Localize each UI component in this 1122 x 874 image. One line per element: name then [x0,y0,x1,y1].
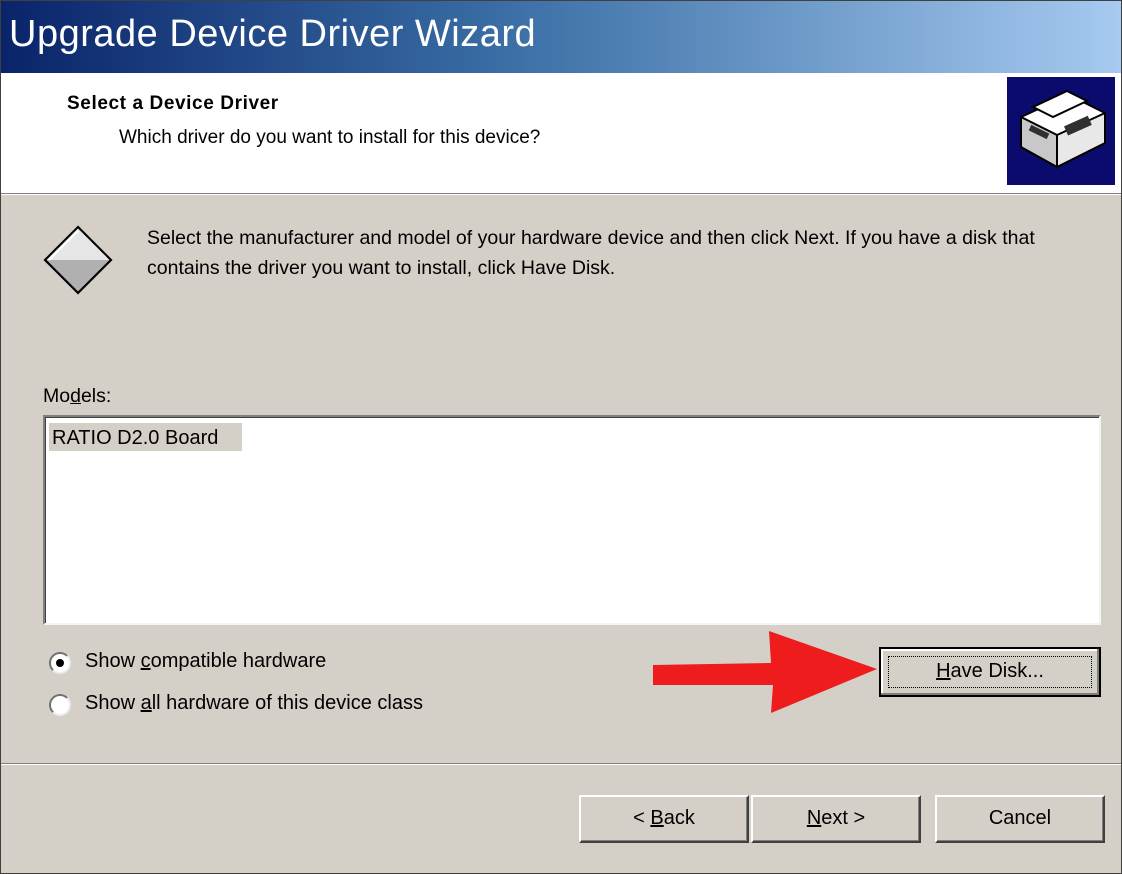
focus-rect: Have Disk... [888,656,1092,688]
have-disk-button[interactable]: Have Disk... [879,647,1101,697]
radio-label: Show all hardware of this device class [85,692,423,715]
red-arrow-icon [649,627,881,717]
wizard-window: Upgrade Device Driver Wizard Select a De… [0,0,1122,874]
diamond-info-icon [41,223,115,297]
instruction-text: Select the manufacturer and model of you… [147,223,1087,283]
cancel-button[interactable]: Cancel [935,795,1105,843]
radio-button[interactable] [49,694,71,716]
title-bar[interactable]: Upgrade Device Driver Wizard [1,1,1121,73]
next-button[interactable]: Next > [751,795,921,843]
window-title: Upgrade Device Driver Wizard [9,13,536,56]
wizard-header: Select a Device Driver Which driver do y… [1,73,1121,193]
radio-label: Show compatible hardware [85,650,326,673]
models-listbox[interactable]: RATIO D2.0 Board [43,415,1101,625]
header-subtitle: Which driver do you want to install for … [119,127,540,149]
back-button[interactable]: < Back [579,795,749,843]
radio-button-checked[interactable] [49,652,71,674]
list-item[interactable]: RATIO D2.0 Board [49,423,242,451]
header-title: Select a Device Driver [67,93,279,115]
models-label: Models: [43,385,111,408]
hardware-install-icon [1007,77,1115,185]
